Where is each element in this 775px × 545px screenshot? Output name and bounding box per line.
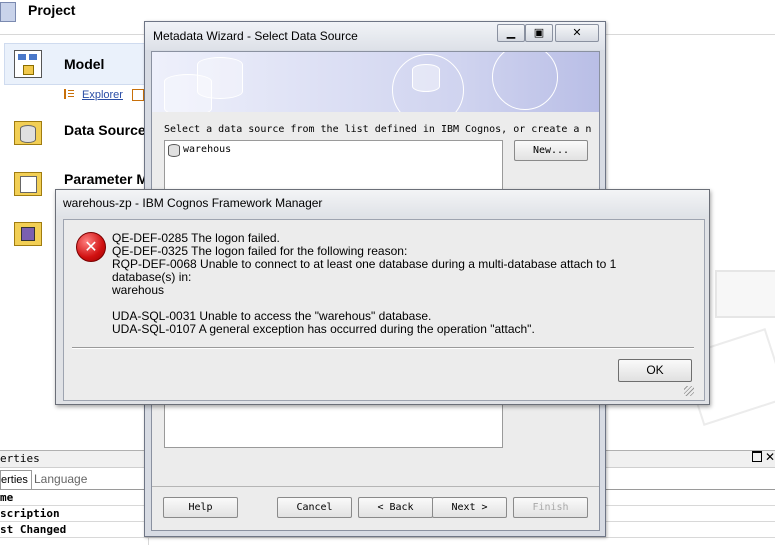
- project-title: Project: [28, 2, 76, 18]
- explorer-icon: [64, 89, 76, 99]
- wizard-banner-image: [152, 52, 599, 112]
- diagram-icon[interactable]: [132, 89, 144, 101]
- data-sources-label[interactable]: Data Source: [64, 122, 146, 138]
- background-decoration: [715, 270, 775, 318]
- model-icon: [14, 50, 42, 78]
- project-icon: [0, 2, 16, 22]
- resize-grip[interactable]: [684, 386, 694, 396]
- new-data-source-button[interactable]: New...: [514, 140, 588, 161]
- error-dialog-content: ✕ QE-DEF-0285 The logon failed. QE-DEF-0…: [63, 219, 705, 401]
- database-icon: [168, 144, 180, 157]
- tab-language[interactable]: Language: [34, 472, 87, 486]
- data-sources-folder-icon: [14, 117, 42, 145]
- error-message-line: UDA-SQL-0107 A general exception has occ…: [112, 322, 535, 336]
- error-dialog-divider: [72, 347, 694, 348]
- packages-folder-icon[interactable]: [14, 218, 42, 246]
- error-icon: ✕: [76, 232, 106, 262]
- maximize-icon: ▣: [533, 26, 545, 39]
- help-button[interactable]: Help: [163, 497, 238, 518]
- close-pane-icon[interactable]: ✕: [765, 450, 775, 464]
- ok-button[interactable]: OK: [618, 359, 692, 382]
- error-message-line: warehous: [112, 283, 165, 297]
- minimize-icon: ▁: [506, 26, 516, 39]
- error-dialog-title: warehous-zp - IBM Cognos Framework Manag…: [63, 196, 323, 210]
- maximize-pane-icon[interactable]: [752, 451, 762, 462]
- model-label[interactable]: Model: [64, 56, 104, 72]
- cancel-button[interactable]: Cancel: [277, 497, 352, 518]
- wizard-instruction: Select a data source from the list defin…: [164, 124, 592, 135]
- error-dialog: warehous-zp - IBM Cognos Framework Manag…: [55, 189, 710, 405]
- maximize-button[interactable]: ▣: [525, 24, 553, 42]
- tab-properties[interactable]: erties: [0, 470, 32, 490]
- close-icon: ✕: [572, 26, 582, 39]
- next-button[interactable]: Next >: [432, 497, 507, 518]
- explorer-link[interactable]: Explorer: [82, 89, 123, 101]
- close-button[interactable]: ✕: [555, 24, 599, 42]
- back-button[interactable]: < Back: [358, 497, 433, 518]
- minimize-button[interactable]: ▁: [497, 24, 525, 42]
- data-source-item[interactable]: warehous: [183, 144, 231, 155]
- wizard-button-divider: [152, 486, 599, 487]
- parameter-maps-label[interactable]: Parameter M: [64, 171, 148, 187]
- parameter-maps-folder-icon: [14, 168, 42, 196]
- finish-button[interactable]: Finish: [513, 497, 588, 518]
- properties-pane-title: erties: [0, 452, 40, 465]
- wizard-title: Metadata Wizard - Select Data Source: [153, 29, 358, 43]
